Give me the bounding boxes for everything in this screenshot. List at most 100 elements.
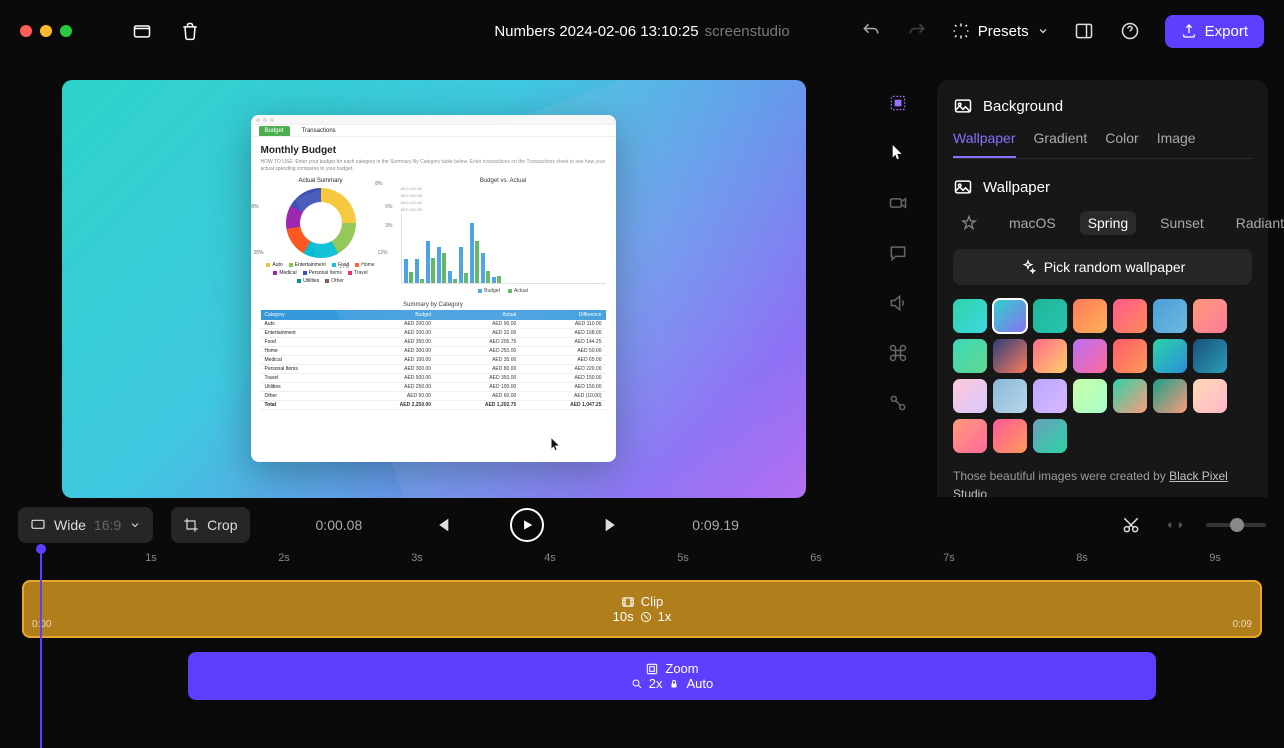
- wallpaper-thumb[interactable]: [993, 339, 1027, 373]
- image-icon: [953, 177, 973, 197]
- skip-back-button[interactable]: [428, 512, 454, 538]
- cursor-tool[interactable]: [887, 142, 909, 164]
- inspector-tab-image[interactable]: Image: [1157, 130, 1196, 158]
- fullscreen-window-button[interactable]: [60, 25, 72, 37]
- wallpaper-cat-radiant[interactable]: Radiant: [1228, 211, 1284, 235]
- clip-label: Clip: [641, 594, 663, 609]
- wallpaper-thumb[interactable]: [993, 299, 1027, 333]
- wallpaper-grid: [953, 299, 1252, 453]
- slider-knob[interactable]: [1230, 518, 1244, 532]
- wallpaper-thumb[interactable]: [953, 299, 987, 333]
- star-icon: [961, 215, 977, 231]
- wallpaper-thumb[interactable]: [953, 379, 987, 413]
- bar-chart: [401, 214, 606, 284]
- inspector-tab-wallpaper[interactable]: Wallpaper: [953, 130, 1016, 158]
- pick-random-button[interactable]: Pick random wallpaper: [953, 249, 1252, 285]
- wallpaper-credit: Those beautiful images were created by B…: [953, 467, 1252, 497]
- inspector-tabs: Wallpaper Gradient Color Image: [953, 130, 1252, 159]
- zoom-block[interactable]: Zoom 2x Auto: [188, 652, 1156, 700]
- wallpaper-thumb[interactable]: [1073, 379, 1107, 413]
- wallpaper-thumb[interactable]: [953, 339, 987, 373]
- pick-random-label: Pick random wallpaper: [1044, 259, 1186, 275]
- crop-button[interactable]: Crop: [171, 507, 249, 543]
- bars-title: Budget vs. Actual: [401, 178, 606, 184]
- aspect-ratio-button[interactable]: Wide 16:9: [18, 507, 153, 543]
- wallpaper-thumb[interactable]: [1193, 379, 1227, 413]
- zoom-label: Zoom: [665, 661, 698, 676]
- presets-button[interactable]: Presets: [952, 22, 1049, 40]
- ruler-tick: 9s: [1209, 552, 1221, 564]
- table-title: Summary by Category: [261, 302, 606, 308]
- timeline-zoom-slider[interactable]: [1206, 523, 1266, 527]
- play-button[interactable]: [510, 508, 544, 542]
- clip-end-time: 0:09: [1233, 619, 1252, 630]
- inspector-tab-color[interactable]: Color: [1105, 130, 1138, 158]
- layout-button[interactable]: [1073, 20, 1095, 42]
- ruler-tick: 7s: [943, 552, 955, 564]
- ruler-tick: 5s: [677, 552, 689, 564]
- wallpaper-thumb[interactable]: [993, 419, 1027, 453]
- wallpaper-thumb[interactable]: [993, 379, 1027, 413]
- undo-button[interactable]: [860, 20, 882, 42]
- wallpaper-thumb[interactable]: [1073, 299, 1107, 333]
- shortcuts-tool[interactable]: [887, 342, 909, 364]
- minimize-window-button[interactable]: [40, 25, 52, 37]
- wallpaper-thumb[interactable]: [1153, 379, 1187, 413]
- wallpaper-thumb[interactable]: [1113, 379, 1147, 413]
- cut-button[interactable]: [1118, 512, 1144, 538]
- wallpaper-thumb[interactable]: [1153, 299, 1187, 333]
- camera-tool[interactable]: [887, 192, 909, 214]
- background-tool[interactable]: [887, 92, 909, 114]
- chevron-down-icon: [1037, 25, 1049, 37]
- captions-tool[interactable]: [887, 242, 909, 264]
- ruler-tick: 3s: [411, 552, 423, 564]
- wallpaper-cat-macos[interactable]: macOS: [1001, 211, 1064, 235]
- zoom-fit-button[interactable]: [1162, 512, 1188, 538]
- wallpaper-thumb[interactable]: [1113, 299, 1147, 333]
- play-icon: [520, 518, 534, 532]
- inspector-tab-gradient[interactable]: Gradient: [1034, 130, 1088, 158]
- wallpaper-thumb[interactable]: [1033, 379, 1067, 413]
- bars-legend: Budget Actual: [401, 288, 606, 294]
- wallpaper-thumb[interactable]: [1193, 339, 1227, 373]
- audio-tool[interactable]: [887, 292, 909, 314]
- donut-labels: 28% 8% 5% 3% 12% 17% 25%: [251, 176, 393, 270]
- inspector-panel: Background WallpaperGradientColorImage W…: [929, 62, 1284, 497]
- window-controls: [20, 25, 72, 37]
- effects-tool[interactable]: [887, 392, 909, 414]
- ruler-tick: 2s: [278, 552, 290, 564]
- close-window-button[interactable]: [20, 25, 32, 37]
- wallpaper-thumb[interactable]: [1153, 339, 1187, 373]
- timeline-ruler[interactable]: 1s2s3s4s5s6s7s8s9s: [18, 548, 1266, 574]
- timecode-total: 0:09.19: [692, 517, 739, 533]
- playhead[interactable]: [40, 548, 42, 748]
- budget-table: CategoryBudgetActualDifference AutoAED 2…: [261, 310, 606, 410]
- wallpaper-thumb[interactable]: [1033, 419, 1067, 453]
- film-icon: [621, 595, 635, 609]
- preview-canvas[interactable]: Budget Transactions Monthly Budget HOW T…: [62, 80, 806, 498]
- chevron-down-icon: [129, 519, 141, 531]
- wallpaper-thumb[interactable]: [953, 419, 987, 453]
- clip-block[interactable]: Clip 10s 1x 0:00 0:09: [22, 580, 1262, 638]
- redo-button[interactable]: [906, 20, 928, 42]
- timecode-current: 0:00.08: [316, 517, 363, 533]
- wallpaper-cat-sunset[interactable]: Sunset: [1152, 211, 1212, 235]
- title-text: Numbers 2024-02-06 13:10:25: [494, 23, 698, 40]
- transport-bar: Wide 16:9 Crop 0:00.08 0:09.19: [0, 505, 1284, 545]
- favorites-category[interactable]: [953, 211, 985, 235]
- help-button[interactable]: [1119, 20, 1141, 42]
- trash-icon[interactable]: [180, 21, 200, 41]
- wallpaper-thumb[interactable]: [1033, 339, 1067, 373]
- speed-icon: [640, 611, 652, 623]
- project-icon[interactable]: [132, 21, 152, 41]
- skip-forward-button[interactable]: [600, 512, 626, 538]
- export-button[interactable]: Export: [1165, 15, 1264, 48]
- wallpaper-thumb[interactable]: [1193, 299, 1227, 333]
- wallpaper-thumb[interactable]: [1113, 339, 1147, 373]
- monitor-icon: [30, 517, 46, 533]
- titlebar: Numbers 2024-02-06 13:10:25 screenstudio…: [0, 0, 1284, 62]
- wallpaper-thumb[interactable]: [1033, 299, 1067, 333]
- wallpaper-thumb[interactable]: [1073, 339, 1107, 373]
- ruler-tick: 1s: [145, 552, 157, 564]
- wallpaper-cat-spring[interactable]: Spring: [1080, 211, 1136, 235]
